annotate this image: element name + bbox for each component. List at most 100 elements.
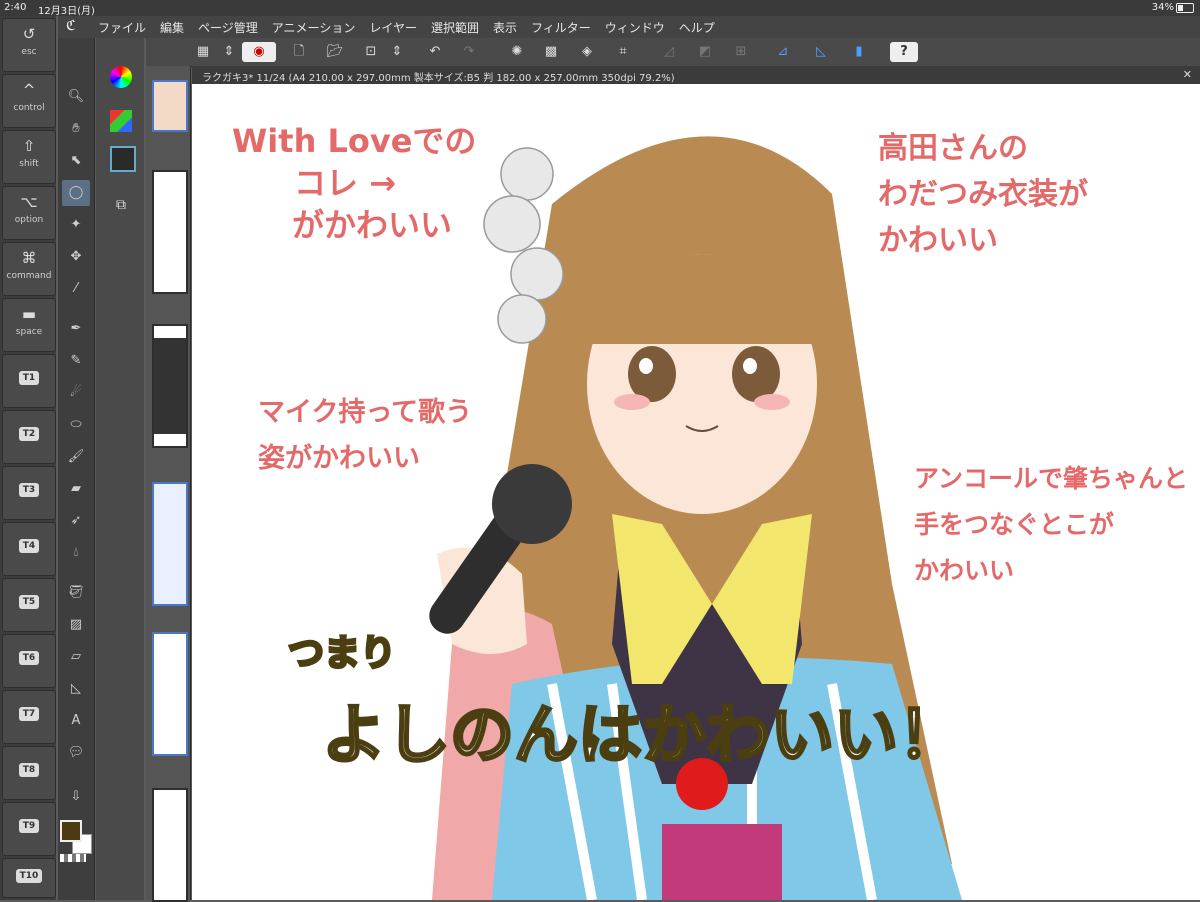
option-key[interactable]: ⌥ option — [2, 186, 56, 240]
note-microphone: マイク持って歌う 姿がかわいい — [258, 397, 473, 474]
menu-file[interactable]: ファイル — [98, 19, 146, 36]
esc-icon: ↺ — [22, 25, 36, 43]
clear-icon[interactable]: ✺ — [506, 42, 528, 62]
t8-key[interactable]: T8 — [2, 746, 56, 800]
menu-layer[interactable]: レイヤー — [369, 19, 417, 36]
control-key[interactable]: ^ control — [2, 74, 56, 128]
magic-wand-tool-icon[interactable]: ✦ — [62, 212, 90, 238]
layer-property-icon[interactable]: ⧉ — [110, 194, 132, 216]
snap-special-ruler-icon[interactable]: ◺ — [810, 42, 832, 62]
menu-filter[interactable]: フィルター — [531, 19, 591, 36]
option-icon: ⌥ — [20, 193, 38, 211]
t4-key[interactable]: T4 — [2, 522, 56, 576]
t2-key[interactable]: T2 — [2, 410, 56, 464]
menu-animation[interactable]: アニメーション — [272, 19, 356, 36]
snap-ruler-icon[interactable]: ⊿ — [772, 42, 794, 62]
frame-border-tool-icon[interactable]: ▱ — [62, 644, 90, 670]
balloon-tool-icon[interactable]: 💬︎ — [62, 740, 90, 766]
color-set-icon[interactable] — [110, 110, 132, 132]
stepper-icon[interactable]: ⇕ — [218, 42, 240, 62]
status-date: 12月3日(月) — [38, 6, 95, 17]
battery-icon — [1176, 3, 1194, 13]
modifier-keys-panel: ↺ esc ^ control ⇧ shift ⌥ option ⌘ command ▬ s… — [0, 16, 56, 900]
sub-tool-strip: ⧉ — [96, 38, 144, 900]
open-file-icon[interactable]: 📂︎ — [324, 42, 346, 62]
fill-tool-icon[interactable]: 🪣︎ — [62, 580, 90, 606]
document-tab-label: ラクガキ3* 11/24 (A4 210.00 x 297.00mm 製本サイズ… — [202, 73, 675, 84]
invert-selection-icon[interactable]: ◩ — [694, 42, 716, 62]
snap-grid-icon[interactable]: ▮ — [848, 42, 870, 62]
move-layer-tool-icon[interactable]: ✥ — [62, 244, 90, 270]
t5-key[interactable]: T5 — [2, 578, 56, 632]
deselect-icon[interactable]: ◿ — [658, 42, 680, 62]
shift-key[interactable]: ⇧ shift — [2, 130, 56, 184]
note-takada: 高田さんの わだつみ衣装が かわいい — [878, 131, 1088, 258]
hand-tool-icon[interactable]: ✋︎ — [62, 116, 90, 142]
zoom-tool-icon[interactable]: 🔍︎ — [62, 84, 90, 110]
app-logo-icon[interactable]: ℭ — [66, 18, 82, 34]
page-thumbnail[interactable] — [152, 482, 188, 606]
airbrush-tool-icon[interactable]: ☄︎ — [62, 380, 90, 406]
menu-selection[interactable]: 選択範囲 — [431, 19, 479, 36]
save-stepper-icon[interactable]: ⇕ — [386, 42, 408, 62]
caption-tsumari: つまり — [286, 632, 397, 676]
space-icon: ▬ — [21, 305, 37, 323]
fill-selection-icon[interactable]: ◈ — [576, 42, 598, 62]
fill-transparent-icon[interactable]: ▩ — [540, 42, 562, 62]
page-thumbnails — [146, 66, 191, 902]
t7-key[interactable]: T7 — [2, 690, 56, 744]
battery-percent: 34% — [1151, 2, 1174, 13]
menu-page[interactable]: ページ管理 — [198, 19, 258, 36]
document-tab[interactable]: ラクガキ3* 11/24 (A4 210.00 x 297.00mm 製本サイズ… — [192, 66, 1200, 84]
app-tool-icon[interactable]: ◉ — [242, 42, 276, 62]
page-thumbnail[interactable] — [152, 170, 188, 294]
space-key[interactable]: ▬ space — [2, 298, 56, 352]
menu-view[interactable]: 表示 — [493, 19, 517, 36]
t10-key[interactable]: T10 — [2, 858, 56, 898]
new-file-icon[interactable]: 🗋︎ — [288, 42, 310, 62]
menu-edit[interactable]: 編集 — [160, 19, 184, 36]
undo-icon[interactable]: ↶ — [424, 42, 446, 62]
menu-help[interactable]: ヘルプ — [679, 19, 715, 36]
decoration-tool-icon[interactable]: ⬭ — [62, 412, 90, 438]
operation-tool-icon[interactable]: ⬉ — [62, 148, 90, 174]
save-icon[interactable]: ⊡ — [360, 42, 382, 62]
t1-key[interactable]: T1 — [2, 354, 56, 408]
page-thumbnail[interactable] — [152, 788, 188, 902]
main-color-swatch[interactable] — [60, 820, 82, 842]
t9-key[interactable]: T9 — [2, 802, 56, 856]
pencil-tool-icon[interactable]: ✎ — [62, 348, 90, 374]
gradient-tool-icon[interactable]: ▨ — [62, 612, 90, 638]
ruler-tool-icon[interactable]: ◺ — [62, 676, 90, 702]
show-selection-icon[interactable]: ⊞ — [730, 42, 752, 62]
redo-icon[interactable]: ↷ — [458, 42, 480, 62]
material-icon[interactable] — [110, 146, 136, 172]
page-thumbnail[interactable] — [152, 324, 188, 448]
command-key[interactable]: ⌘ command — [2, 242, 56, 296]
drawing-canvas[interactable]: With Loveでの コレ → がかわいい 高田さんの わだつみ衣装が かわい… — [192, 84, 1200, 900]
lasso-selection-tool-icon[interactable]: ◯ — [62, 180, 90, 206]
tool-palette: 🔍︎ ✋︎ ⬉ ◯ ✦ ✥ ⁄ ✒︎ ✎ ☄︎ ⬭ 🖌︎ ▰ ➶ 💧︎ 🪣︎ ▨… — [58, 38, 95, 900]
eyedropper-tool-icon[interactable]: ⁄ — [62, 276, 90, 302]
smudge-tool-icon[interactable]: 💧︎ — [62, 540, 90, 566]
pen-tool-icon[interactable]: ✒︎ — [62, 316, 90, 342]
grid-view-icon[interactable]: ▦ — [192, 42, 214, 62]
transparent-color-swatch[interactable] — [60, 854, 86, 862]
esc-key[interactable]: ↺ esc — [2, 18, 56, 72]
menu-window[interactable]: ウィンドウ — [605, 19, 665, 36]
color-wheel-icon[interactable] — [110, 66, 132, 88]
control-icon: ^ — [22, 81, 36, 99]
t3-key[interactable]: T3 — [2, 466, 56, 520]
page-thumbnail[interactable] — [152, 80, 188, 132]
menu-items: ファイル 編集 ページ管理 アニメーション レイヤー 選択範囲 表示 フィルター… — [98, 19, 715, 36]
brush-tool-icon[interactable]: 🖌︎ — [62, 444, 90, 470]
help-icon[interactable]: ? — [890, 42, 918, 62]
page-thumbnail[interactable] — [152, 632, 188, 756]
blend-tool-icon[interactable]: ➶ — [62, 508, 90, 534]
correct-line-tool-icon[interactable]: ⇩ — [62, 784, 90, 810]
close-document-icon[interactable]: ✕ — [1183, 68, 1192, 81]
text-tool-icon[interactable]: A — [62, 708, 90, 734]
eraser-tool-icon[interactable]: ▰ — [62, 476, 90, 502]
transform-icon[interactable]: ⌗ — [612, 42, 634, 62]
t6-key[interactable]: T6 — [2, 634, 56, 688]
